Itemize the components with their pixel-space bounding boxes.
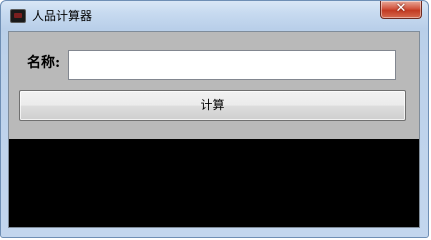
title-bar[interactable]: 人品计算器 ✕ bbox=[1, 1, 428, 31]
name-input[interactable] bbox=[68, 50, 396, 80]
close-button[interactable]: ✕ bbox=[380, 1, 422, 19]
app-window: 人品计算器 ✕ 名称: 计算 bbox=[0, 0, 429, 238]
name-label: 名称: bbox=[27, 55, 61, 71]
window-title: 人品计算器 bbox=[32, 9, 93, 23]
calculate-button[interactable]: 计算 bbox=[19, 90, 406, 121]
close-icon: ✕ bbox=[395, 1, 407, 16]
output-area bbox=[9, 139, 419, 227]
app-icon bbox=[10, 9, 26, 23]
input-panel: 名称: 计算 bbox=[9, 32, 419, 139]
client-area: 名称: 计算 bbox=[8, 31, 420, 228]
